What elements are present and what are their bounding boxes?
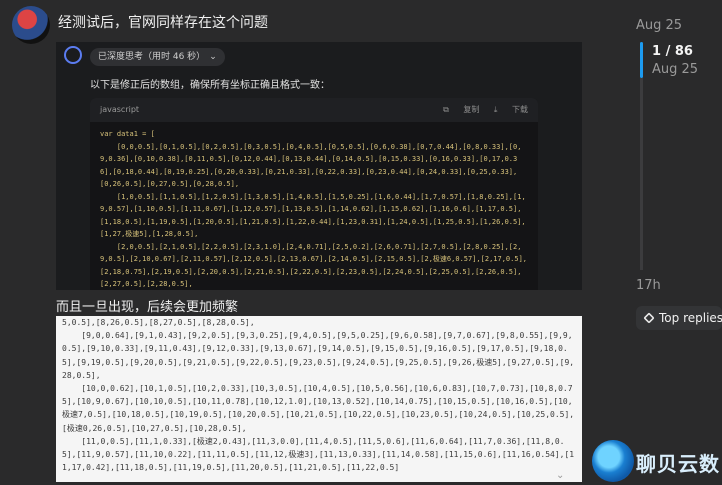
timeline-scrubber[interactable] [640, 42, 643, 78]
download-button[interactable]: ⤓ 下载 [494, 105, 528, 114]
watermark-logo-icon [592, 440, 634, 482]
avatar[interactable] [12, 6, 50, 44]
code-actions: ⧉ 复制 ⤓ 下载 [431, 98, 528, 122]
stack-icon [643, 312, 655, 324]
code-header: javascript ⧉ 复制 ⤓ 下载 [90, 98, 538, 122]
post-caption: 而且一旦出现，后续会更加频繁 [56, 300, 239, 315]
screenshot-code: 5,0.5],[8,26,0.5],[8,27,0.5],[8,28,0.5],… [56, 316, 582, 482]
intro-text: 以下是修正后的数组，确保所有坐标正确且格式一致： [90, 80, 330, 91]
code-content-2: 5,0.5],[8,26,0.5],[8,27,0.5],[8,28,0.5],… [62, 318, 575, 473]
screenshot-chat: 已深度思考（用时 46 秒） ⌄ 以下是修正后的数组，确保所有坐标正确且格式一致：… [56, 42, 582, 290]
watermark: 聊贝云数 [592, 440, 720, 482]
copy-button[interactable]: ⧉ 复制 [443, 105, 479, 114]
code-block: javascript ⧉ 复制 ⤓ 下载 var data1 = [ [0,0,… [90, 98, 538, 290]
thinking-label: 已深度思考（用时 46 秒） [98, 52, 206, 62]
timeline-position: 1 / 86 [652, 44, 693, 59]
timeline-position-date: Aug 25 [652, 62, 699, 77]
watermark-text: 聊贝云数 [636, 452, 720, 476]
code-content: var data1 = [ [0,0,0.5],[0,1,0.5],[0,2,0… [100, 130, 528, 288]
timeline-track[interactable] [640, 78, 643, 270]
top-replies-label: Top replies [659, 311, 722, 325]
post-text: 经测试后，官网同样存在这个问题 [58, 15, 268, 31]
timeline-end-date: 17h [636, 278, 661, 293]
top-replies-button[interactable]: Top replies [636, 306, 722, 330]
code-language: javascript [100, 105, 140, 114]
assistant-logo-icon [64, 46, 82, 64]
scroll-down-icon[interactable]: ⌄ [556, 470, 564, 481]
timeline-start-date: Aug 25 [636, 18, 683, 33]
chevron-down-icon: ⌄ [209, 52, 217, 62]
thinking-toggle[interactable]: 已深度思考（用时 46 秒） ⌄ [90, 48, 225, 66]
